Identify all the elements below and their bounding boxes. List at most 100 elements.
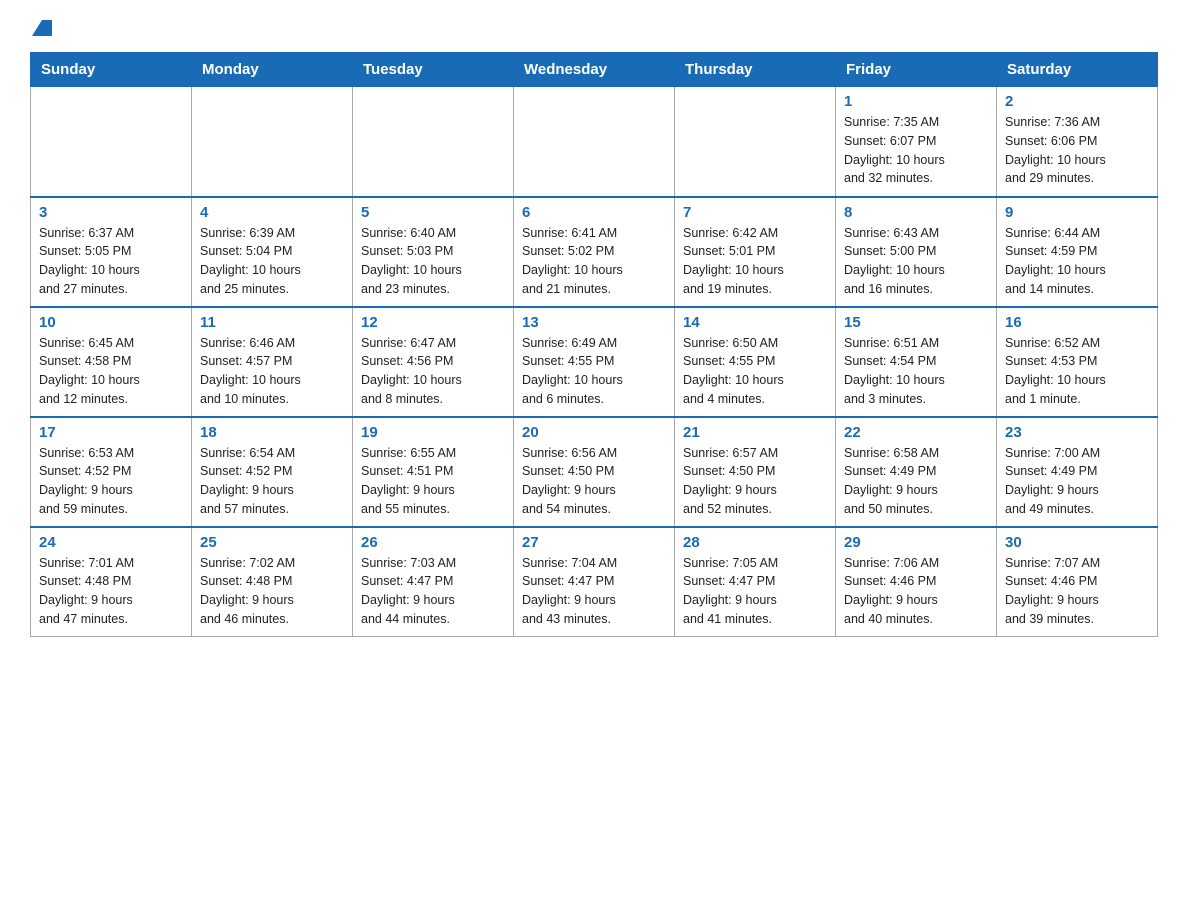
day-number: 12 bbox=[361, 314, 505, 331]
day-info: Sunrise: 6:55 AM Sunset: 4:51 PM Dayligh… bbox=[361, 444, 505, 519]
calendar-cell: 18 Sunrise: 6:54 AM Sunset: 4:52 PM Dayli… bbox=[192, 417, 353, 527]
day-number: 16 bbox=[1005, 314, 1149, 331]
day-info: Sunrise: 7:03 AM Sunset: 4:47 PM Dayligh… bbox=[361, 554, 505, 629]
calendar-cell: 20Sunrise: 6:56 AM Sunset: 4:50 PM Dayli… bbox=[514, 417, 675, 527]
weekday-header-saturday: Saturday bbox=[997, 53, 1158, 87]
day-number: 29 bbox=[844, 534, 988, 551]
calendar-cell: 5 Sunrise: 6:40 AM Sunset: 5:03 PM Daylig… bbox=[353, 197, 514, 307]
calendar-cell: 2 Sunrise: 7:36 AM Sunset: 6:06 PM Daylig… bbox=[997, 87, 1158, 197]
day-number: 18 bbox=[200, 424, 344, 441]
calendar-cell bbox=[192, 87, 353, 197]
calendar-cell: 21 Sunrise: 6:57 AM Sunset: 4:50 PM Dayli… bbox=[675, 417, 836, 527]
day-info: Sunrise: 7:00 AM Sunset: 4:49 PM Dayligh… bbox=[1005, 444, 1149, 519]
day-info: Sunrise: 6:54 AM Sunset: 4:52 PM Dayligh… bbox=[200, 444, 344, 519]
day-number: 28 bbox=[683, 534, 827, 551]
day-number: 11 bbox=[200, 314, 344, 331]
day-number: 19 bbox=[361, 424, 505, 441]
day-info: Sunrise: 7:36 AM Sunset: 6:06 PM Dayligh… bbox=[1005, 113, 1149, 188]
day-number: 22 bbox=[844, 424, 988, 441]
day-number: 1 bbox=[844, 93, 988, 110]
day-info: Sunrise: 6:58 AM Sunset: 4:49 PM Dayligh… bbox=[844, 444, 988, 519]
day-info: Sunrise: 6:56 AM Sunset: 4:50 PM Dayligh… bbox=[522, 444, 666, 519]
calendar-cell: 12 Sunrise: 6:47 AM Sunset: 4:56 PM Dayli… bbox=[353, 307, 514, 417]
weekday-header-monday: Monday bbox=[192, 53, 353, 87]
calendar-cell: 16 Sunrise: 6:52 AM Sunset: 4:53 PM Dayli… bbox=[997, 307, 1158, 417]
day-number: 15 bbox=[844, 314, 988, 331]
day-info: Sunrise: 6:39 AM Sunset: 5:04 PM Dayligh… bbox=[200, 224, 344, 299]
calendar-cell: 14Sunrise: 6:50 AM Sunset: 4:55 PM Dayli… bbox=[675, 307, 836, 417]
weekday-header-friday: Friday bbox=[836, 53, 997, 87]
day-number: 26 bbox=[361, 534, 505, 551]
calendar-week-row: 24 Sunrise: 7:01 AM Sunset: 4:48 PM Dayli… bbox=[31, 527, 1158, 637]
logo bbox=[30, 20, 52, 34]
weekday-header-thursday: Thursday bbox=[675, 53, 836, 87]
day-info: Sunrise: 6:45 AM Sunset: 4:58 PM Dayligh… bbox=[39, 334, 183, 409]
calendar-cell: 23 Sunrise: 7:00 AM Sunset: 4:49 PM Dayli… bbox=[997, 417, 1158, 527]
calendar-cell bbox=[514, 87, 675, 197]
day-info: Sunrise: 7:06 AM Sunset: 4:46 PM Dayligh… bbox=[844, 554, 988, 629]
day-number: 30 bbox=[1005, 534, 1149, 551]
calendar-cell: 19 Sunrise: 6:55 AM Sunset: 4:51 PM Dayli… bbox=[353, 417, 514, 527]
day-number: 3 bbox=[39, 204, 183, 221]
calendar-cell: 15 Sunrise: 6:51 AM Sunset: 4:54 PM Dayli… bbox=[836, 307, 997, 417]
calendar-cell: 26 Sunrise: 7:03 AM Sunset: 4:47 PM Dayli… bbox=[353, 527, 514, 637]
day-number: 5 bbox=[361, 204, 505, 221]
calendar-cell: 25Sunrise: 7:02 AM Sunset: 4:48 PM Dayli… bbox=[192, 527, 353, 637]
day-info: Sunrise: 7:04 AM Sunset: 4:47 PM Dayligh… bbox=[522, 554, 666, 629]
day-info: Sunrise: 7:35 AM Sunset: 6:07 PM Dayligh… bbox=[844, 113, 988, 188]
calendar-cell: 4 Sunrise: 6:39 AM Sunset: 5:04 PM Daylig… bbox=[192, 197, 353, 307]
calendar-cell: 6 Sunrise: 6:41 AM Sunset: 5:02 PM Daylig… bbox=[514, 197, 675, 307]
calendar-cell: 11 Sunrise: 6:46 AM Sunset: 4:57 PM Dayli… bbox=[192, 307, 353, 417]
weekday-header-wednesday: Wednesday bbox=[514, 53, 675, 87]
day-info: Sunrise: 7:01 AM Sunset: 4:48 PM Dayligh… bbox=[39, 554, 183, 629]
calendar-week-row: 1 Sunrise: 7:35 AM Sunset: 6:07 PM Daylig… bbox=[31, 87, 1158, 197]
calendar-cell: 22 Sunrise: 6:58 AM Sunset: 4:49 PM Dayli… bbox=[836, 417, 997, 527]
calendar-cell: 27 Sunrise: 7:04 AM Sunset: 4:47 PM Dayli… bbox=[514, 527, 675, 637]
day-info: Sunrise: 6:47 AM Sunset: 4:56 PM Dayligh… bbox=[361, 334, 505, 409]
calendar-cell: 1 Sunrise: 7:35 AM Sunset: 6:07 PM Daylig… bbox=[836, 87, 997, 197]
day-number: 7 bbox=[683, 204, 827, 221]
day-number: 25 bbox=[200, 534, 344, 551]
logo-triangle-icon bbox=[32, 20, 52, 36]
day-number: 27 bbox=[522, 534, 666, 551]
calendar-week-row: 3 Sunrise: 6:37 AM Sunset: 5:05 PM Daylig… bbox=[31, 197, 1158, 307]
calendar-cell: 30 Sunrise: 7:07 AM Sunset: 4:46 PM Dayli… bbox=[997, 527, 1158, 637]
day-number: 14 bbox=[683, 314, 827, 331]
day-info: Sunrise: 6:57 AM Sunset: 4:50 PM Dayligh… bbox=[683, 444, 827, 519]
day-info: Sunrise: 6:53 AM Sunset: 4:52 PM Dayligh… bbox=[39, 444, 183, 519]
day-info: Sunrise: 7:07 AM Sunset: 4:46 PM Dayligh… bbox=[1005, 554, 1149, 629]
calendar-cell: 13Sunrise: 6:49 AM Sunset: 4:55 PM Dayli… bbox=[514, 307, 675, 417]
day-number: 10 bbox=[39, 314, 183, 331]
calendar-cell: 10 Sunrise: 6:45 AM Sunset: 4:58 PM Dayli… bbox=[31, 307, 192, 417]
calendar-cell: 9Sunrise: 6:44 AM Sunset: 4:59 PM Daylig… bbox=[997, 197, 1158, 307]
day-number: 21 bbox=[683, 424, 827, 441]
calendar-cell: 3 Sunrise: 6:37 AM Sunset: 5:05 PM Daylig… bbox=[31, 197, 192, 307]
day-info: Sunrise: 6:51 AM Sunset: 4:54 PM Dayligh… bbox=[844, 334, 988, 409]
calendar-cell: 7 Sunrise: 6:42 AM Sunset: 5:01 PM Daylig… bbox=[675, 197, 836, 307]
day-number: 17 bbox=[39, 424, 183, 441]
weekday-header-tuesday: Tuesday bbox=[353, 53, 514, 87]
day-number: 8 bbox=[844, 204, 988, 221]
calendar-week-row: 10 Sunrise: 6:45 AM Sunset: 4:58 PM Dayli… bbox=[31, 307, 1158, 417]
day-info: Sunrise: 6:42 AM Sunset: 5:01 PM Dayligh… bbox=[683, 224, 827, 299]
day-number: 4 bbox=[200, 204, 344, 221]
weekday-header-sunday: Sunday bbox=[31, 53, 192, 87]
day-info: Sunrise: 6:52 AM Sunset: 4:53 PM Dayligh… bbox=[1005, 334, 1149, 409]
calendar-cell: 8 Sunrise: 6:43 AM Sunset: 5:00 PM Daylig… bbox=[836, 197, 997, 307]
day-number: 6 bbox=[522, 204, 666, 221]
calendar-week-row: 17 Sunrise: 6:53 AM Sunset: 4:52 PM Dayli… bbox=[31, 417, 1158, 527]
day-info: Sunrise: 6:40 AM Sunset: 5:03 PM Dayligh… bbox=[361, 224, 505, 299]
day-info: Sunrise: 6:41 AM Sunset: 5:02 PM Dayligh… bbox=[522, 224, 666, 299]
day-info: Sunrise: 7:05 AM Sunset: 4:47 PM Dayligh… bbox=[683, 554, 827, 629]
day-number: 24 bbox=[39, 534, 183, 551]
day-number: 13 bbox=[522, 314, 666, 331]
day-info: Sunrise: 6:46 AM Sunset: 4:57 PM Dayligh… bbox=[200, 334, 344, 409]
day-number: 23 bbox=[1005, 424, 1149, 441]
weekday-header-row: SundayMondayTuesdayWednesdayThursdayFrid… bbox=[31, 53, 1158, 87]
calendar-cell: 24 Sunrise: 7:01 AM Sunset: 4:48 PM Dayli… bbox=[31, 527, 192, 637]
day-info: Sunrise: 6:37 AM Sunset: 5:05 PM Dayligh… bbox=[39, 224, 183, 299]
calendar-cell: 17 Sunrise: 6:53 AM Sunset: 4:52 PM Dayli… bbox=[31, 417, 192, 527]
day-info: Sunrise: 6:43 AM Sunset: 5:00 PM Dayligh… bbox=[844, 224, 988, 299]
day-number: 2 bbox=[1005, 93, 1149, 110]
calendar-table: SundayMondayTuesdayWednesdayThursdayFrid… bbox=[30, 52, 1158, 637]
